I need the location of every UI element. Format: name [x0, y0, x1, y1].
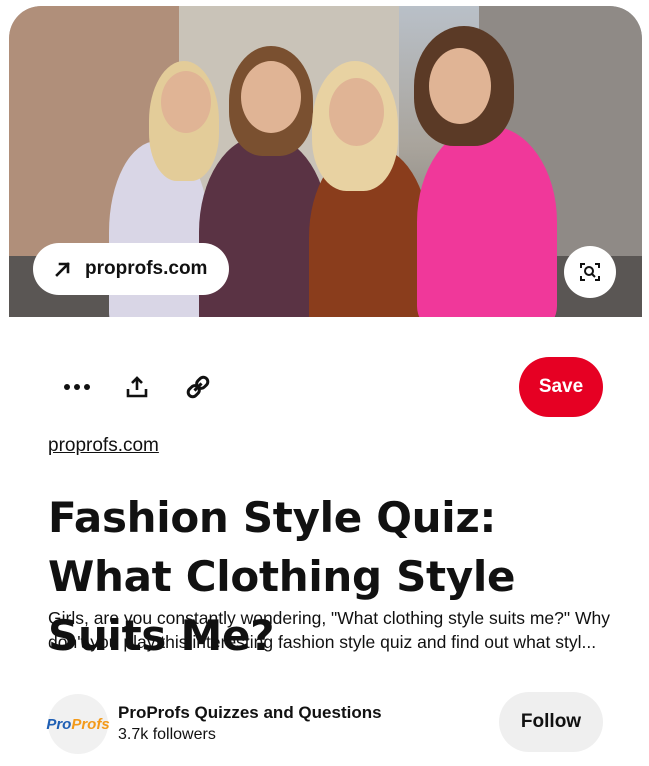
- source-domain-link[interactable]: proprofs.com: [48, 435, 159, 457]
- follow-button[interactable]: Follow: [499, 692, 603, 752]
- author-name[interactable]: ProProfs Quizzes and Questions: [118, 703, 382, 723]
- pin-image[interactable]: proprofs.com: [9, 6, 642, 317]
- author-logo-text-b: Profs: [71, 715, 110, 733]
- author-logo-text-a: Pro: [46, 715, 72, 733]
- more-options-button[interactable]: [53, 363, 101, 411]
- link-icon: [186, 375, 210, 399]
- more-dots-icon: [64, 384, 90, 390]
- share-button[interactable]: [113, 363, 161, 411]
- photo-person-4: [417, 126, 557, 317]
- save-button[interactable]: Save: [519, 357, 603, 417]
- author-avatar[interactable]: ProProfs: [46, 694, 110, 754]
- author-followers: 3.7k followers: [118, 726, 216, 743]
- arrow-up-right-icon: [55, 262, 70, 277]
- copy-link-button[interactable]: [174, 363, 222, 411]
- pin-description: Girls, are you constantly wondering, "Wh…: [48, 608, 610, 652]
- source-link-label: proprofs.com: [85, 258, 208, 279]
- author-logo-text: ProProfs: [46, 716, 109, 733]
- source-link-button[interactable]: proprofs.com: [33, 243, 229, 295]
- share-icon: [126, 376, 148, 398]
- photo-head-4: [429, 48, 491, 124]
- visual-search-button[interactable]: [564, 246, 616, 298]
- pin-card: proprofs.com Save proprofs.com Fashion S…: [9, 6, 642, 766]
- photo-head-1: [161, 71, 211, 133]
- visual-search-icon: [580, 263, 600, 281]
- photo-head-2: [241, 61, 301, 133]
- photo-head-3: [329, 78, 384, 146]
